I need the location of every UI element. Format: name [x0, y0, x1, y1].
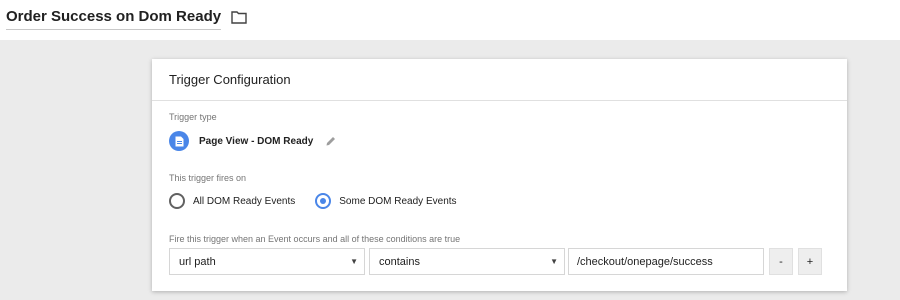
radio-checked-icon: [315, 193, 332, 209]
condition-value-input[interactable]: [568, 248, 764, 275]
radio-unchecked-icon: [169, 193, 185, 209]
conditions-label: Fire this trigger when an Event occurs a…: [169, 234, 461, 244]
operator-select[interactable]: contains ▼: [369, 248, 565, 275]
add-condition-button[interactable]: +: [798, 248, 822, 275]
variable-select-value: url path: [179, 255, 216, 268]
trigger-type-selector[interactable]: Page View - DOM Ready: [169, 131, 337, 151]
radio-label: Some DOM Ready Events: [339, 195, 457, 207]
radio-label: All DOM Ready Events: [193, 195, 296, 207]
trigger-configuration-card: Trigger Configuration Trigger type Page …: [152, 59, 847, 291]
operator-select-value: contains: [379, 255, 420, 268]
page-icon: [169, 131, 189, 151]
title-area: Order Success on Dom Ready: [6, 8, 247, 30]
dropdown-caret-icon: ▼: [550, 257, 558, 266]
radio-all-dom-ready-events[interactable]: All DOM Ready Events: [169, 193, 295, 209]
fires-on-radio-group: All DOM Ready Events Some DOM Ready Even…: [169, 193, 477, 209]
dropdown-caret-icon: ▼: [350, 257, 358, 266]
radio-some-dom-ready-events[interactable]: Some DOM Ready Events: [315, 193, 457, 209]
pencil-icon[interactable]: [325, 135, 337, 147]
remove-condition-button[interactable]: -: [769, 248, 793, 275]
fires-on-label: This trigger fires on: [169, 173, 247, 183]
top-bar: Order Success on Dom Ready: [0, 0, 900, 40]
trigger-type-label: Trigger type: [169, 112, 217, 122]
card-heading: Trigger Configuration: [152, 59, 847, 101]
trigger-name-title[interactable]: Order Success on Dom Ready: [6, 8, 222, 30]
variable-select[interactable]: url path ▼: [169, 248, 365, 275]
folder-icon[interactable]: [231, 10, 247, 24]
condition-row: url path ▼ contains ▼ - +: [169, 248, 822, 275]
trigger-type-name: Page View - DOM Ready: [199, 135, 314, 147]
